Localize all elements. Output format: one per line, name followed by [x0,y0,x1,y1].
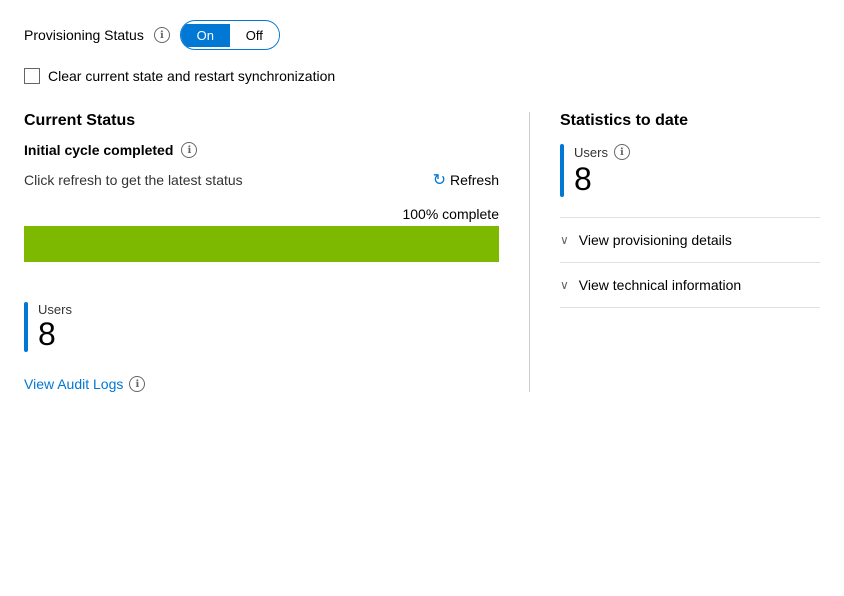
audit-link-label: View Audit Logs [24,376,123,392]
provisioning-details-chevron: ∨ [560,233,569,247]
progress-label: 100% complete [24,206,499,222]
provisioning-status-label: Provisioning Status [24,27,144,43]
right-stat-content: Users ℹ 8 [574,144,630,197]
stat-bar-left [24,302,28,352]
right-users-label: Users [574,145,608,160]
provisioning-info-icon[interactable]: ℹ [154,27,170,43]
refresh-icon: ↻ [433,170,446,190]
right-panel: Statistics to date Users ℹ 8 ∨ View prov… [530,112,820,392]
stats-to-date-title: Statistics to date [560,112,820,130]
right-users-stat: Users ℹ 8 [560,144,820,197]
right-users-count: 8 [574,162,630,197]
main-content: Current Status Initial cycle completed ℹ… [24,112,820,392]
clear-state-checkbox[interactable] [24,68,40,84]
technical-info-chevron: ∨ [560,278,569,292]
toggle-on-option[interactable]: On [181,24,230,47]
cycle-info-icon[interactable]: ℹ [181,142,197,158]
right-stat-bar [560,144,564,197]
left-users-label: Users [38,302,72,317]
right-users-label-row: Users ℹ [574,144,630,160]
progress-bar-fill [24,226,499,262]
view-provisioning-details-item[interactable]: ∨ View provisioning details [560,217,820,262]
clear-state-row: Clear current state and restart synchron… [24,68,820,84]
left-panel: Current Status Initial cycle completed ℹ… [24,112,530,392]
refresh-row: Click refresh to get the latest status ↻… [24,170,499,190]
audit-info-icon[interactable]: ℹ [129,376,145,392]
provisioning-details-label: View provisioning details [579,232,732,248]
technical-info-label: View technical information [579,277,741,293]
refresh-button[interactable]: ↻ Refresh [433,170,499,190]
cycle-label: Initial cycle completed [24,142,173,158]
provisioning-toggle[interactable]: On Off [180,20,280,50]
refresh-hint: Click refresh to get the latest status [24,172,243,188]
view-technical-information-item[interactable]: ∨ View technical information [560,262,820,308]
current-status-title: Current Status [24,112,499,130]
right-users-info-icon[interactable]: ℹ [614,144,630,160]
toggle-off-option[interactable]: Off [230,24,279,47]
stat-content: Users 8 [38,302,72,352]
refresh-label: Refresh [450,172,499,188]
audit-logs-link[interactable]: View Audit Logs ℹ [24,376,499,392]
cycle-row: Initial cycle completed ℹ [24,142,499,158]
left-users-count: 8 [38,317,72,352]
progress-bar-container [24,226,499,262]
clear-state-label: Clear current state and restart synchron… [48,68,335,84]
left-users-stat: Users 8 [24,302,499,352]
provisioning-status-row: Provisioning Status ℹ On Off [24,20,820,50]
